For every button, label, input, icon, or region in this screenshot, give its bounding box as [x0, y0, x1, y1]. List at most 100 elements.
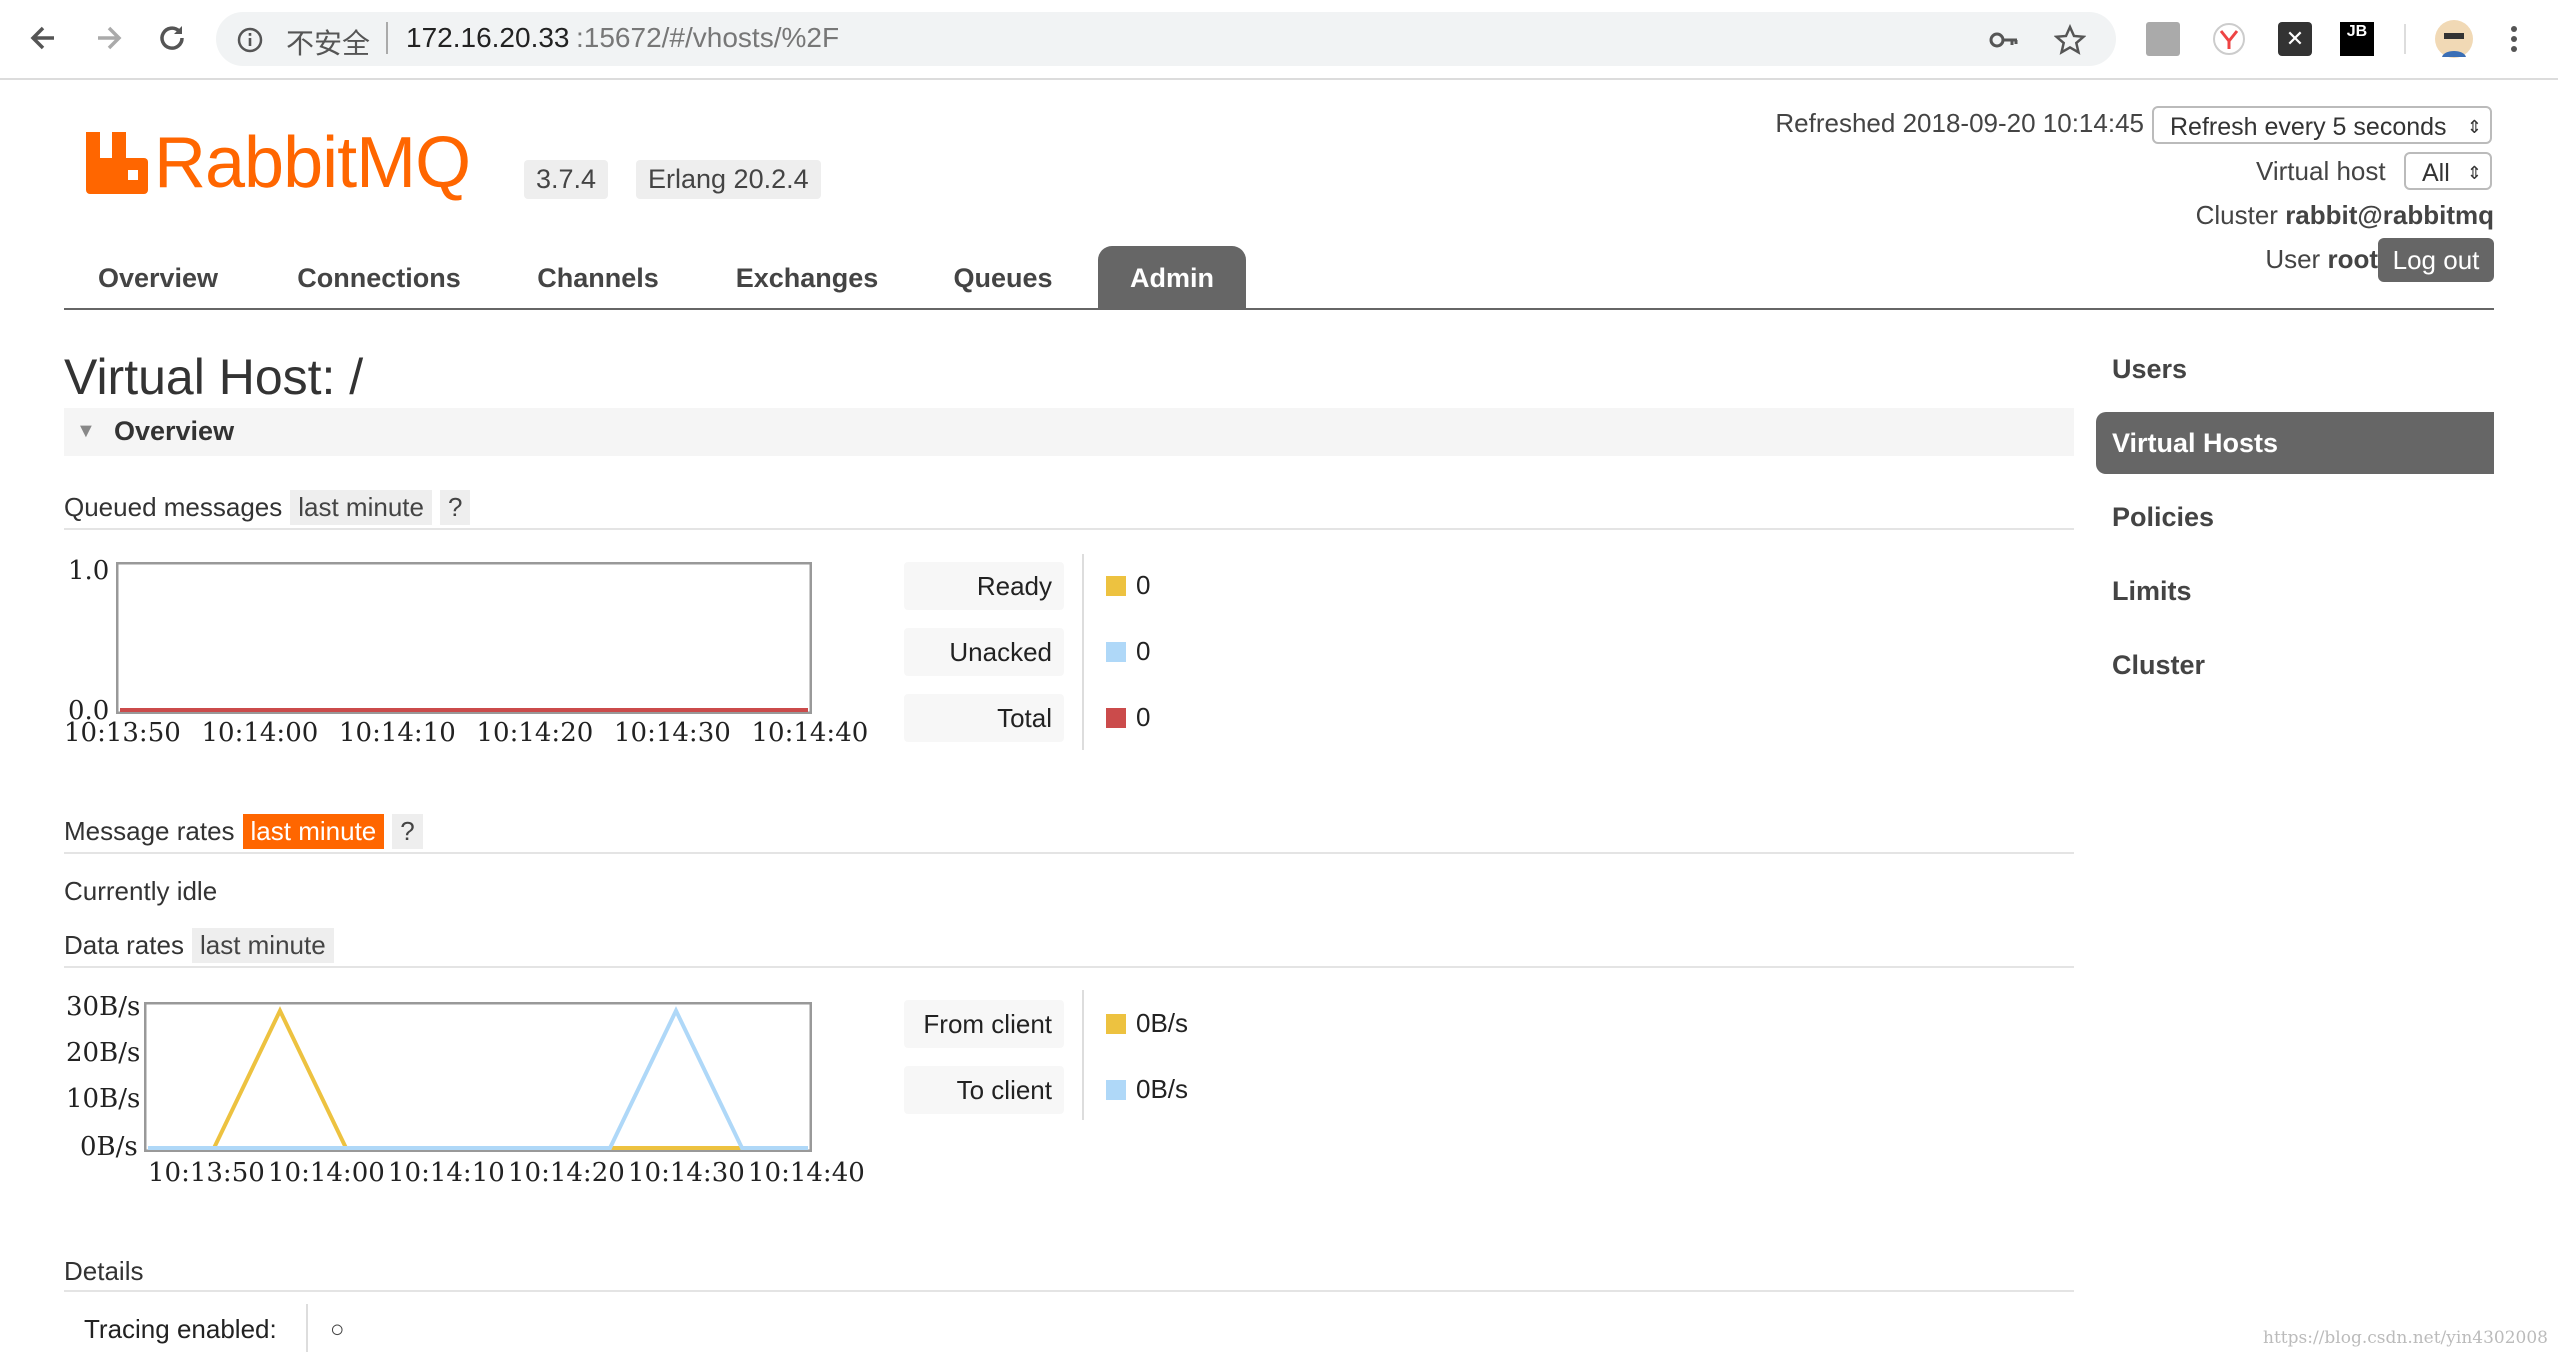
legend-from-client-label: From client — [904, 1000, 1064, 1048]
legend-divider — [1082, 554, 1084, 750]
queued-messages-label: Queued messages — [64, 492, 283, 522]
erlang-badge: Erlang 20.2.4 — [636, 160, 821, 199]
overview-header-label: Overview — [114, 416, 235, 446]
forward-icon[interactable] — [88, 18, 128, 58]
sidebar-item-limits[interactable]: Limits — [2096, 560, 2494, 622]
refreshed-timestamp: Refreshed 2018-09-20 10:14:45 — [1775, 108, 2144, 138]
rabbit-logo-icon — [86, 132, 148, 194]
legend-divider — [1082, 990, 1084, 1120]
data-rates-chart — [144, 1002, 812, 1152]
legend-ready-value: 0 — [1136, 570, 1151, 600]
x-tick-label: 10:13:50 — [148, 1158, 265, 1188]
virtual-host-label: Virtual host — [2256, 156, 2386, 186]
plot-area — [144, 1002, 812, 1152]
queued-range-button[interactable]: last minute — [290, 490, 432, 525]
key-icon[interactable] — [1988, 26, 2020, 54]
legend-unacked-value: 0 — [1136, 636, 1151, 666]
tab-channels[interactable]: Channels — [510, 246, 686, 310]
x-tick-label: 10:14:00 — [201, 718, 319, 748]
sidebar-item-virtual-hosts[interactable]: Virtual Hosts — [2096, 412, 2494, 474]
legend-swatch-unacked — [1106, 642, 1126, 662]
legend-unacked-label: Unacked — [904, 628, 1064, 676]
watermark: https://blog.csdn.net/yin4302008 — [2263, 1328, 2548, 1348]
extension-jb-icon[interactable]: JB — [2340, 22, 2374, 56]
refresh-interval-select[interactable]: Refresh every 5 seconds ⇕ — [2152, 106, 2492, 144]
legend-swatch-to-client — [1106, 1080, 1126, 1100]
divider — [386, 22, 388, 54]
details-divider — [306, 1304, 308, 1352]
tab-exchanges[interactable]: Exchanges — [710, 246, 904, 310]
address-bar[interactable]: 不安全 172.16.20.33 :15672/#/vhosts/%2F — [216, 12, 2116, 66]
back-icon[interactable] — [24, 18, 64, 58]
select-arrows-icon: ⇕ — [2466, 163, 2482, 183]
sidebar-item-cluster[interactable]: Cluster — [2096, 634, 2494, 696]
divider — [64, 852, 2074, 854]
divider — [64, 528, 2074, 530]
x-tick-label: 10:14:40 — [751, 718, 869, 748]
details-label: Details — [64, 1256, 144, 1286]
message-rates-help-button[interactable]: ? — [392, 814, 423, 849]
tab-overview[interactable]: Overview — [64, 246, 252, 310]
y-tick-label: 10B/s — [66, 1084, 141, 1114]
extension-rp-icon[interactable] — [2146, 22, 2180, 56]
cluster-name: rabbit@rabbitmq — [2285, 200, 2494, 230]
data-rates-header: Data rates last minute — [64, 928, 334, 963]
logout-button[interactable]: Log out — [2378, 238, 2494, 282]
extension-x-icon[interactable]: ✕ — [2278, 22, 2312, 56]
x-tick-label: 10:13:50 — [64, 718, 181, 748]
legend-from-client-value: 0B/s — [1136, 1008, 1189, 1038]
y-tick-label: 20B/s — [66, 1038, 141, 1068]
info-icon[interactable] — [236, 26, 264, 54]
tracing-enabled-label: Tracing enabled: — [84, 1314, 277, 1344]
extension-y-icon[interactable] — [2212, 22, 2246, 56]
message-rates-label: Message rates — [64, 816, 235, 846]
user-label: User — [2265, 244, 2321, 274]
sidebar-item-users[interactable]: Users — [2096, 338, 2494, 400]
x-tick-label: 10:14:20 — [476, 718, 594, 748]
overview-section-header[interactable]: ▼ Overview — [64, 408, 2074, 456]
x-tick-label: 10:14:10 — [339, 718, 456, 748]
tab-underline — [64, 308, 2494, 310]
reload-icon[interactable] — [152, 18, 192, 58]
refresh-interval-value: Refresh every 5 seconds — [2170, 113, 2447, 141]
currently-idle-text: Currently idle — [64, 876, 218, 906]
queued-messages-chart — [116, 562, 812, 714]
legend-swatch-ready — [1106, 576, 1126, 596]
profile-avatar-icon[interactable] — [2434, 19, 2474, 59]
tab-admin[interactable]: Admin — [1098, 246, 1246, 310]
x-tick-label: 10:14:20 — [508, 1158, 625, 1188]
virtual-host-value: All — [2422, 159, 2450, 187]
user-name: root — [2327, 244, 2378, 274]
divider — [64, 1290, 2074, 1292]
message-rates-range-button[interactable]: last minute — [242, 814, 385, 849]
x-tick-label: 10:14:10 — [388, 1158, 505, 1188]
version-badge: 3.7.4 — [524, 160, 609, 199]
data-rates-range-button[interactable]: last minute — [191, 928, 334, 963]
url-host: 172.16.20.33 — [406, 22, 570, 53]
x-tick-label: 10:14:30 — [628, 1158, 745, 1188]
menu-icon[interactable] — [2504, 22, 2524, 56]
legend-to-client-label: To client — [904, 1066, 1064, 1114]
tab-queues[interactable]: Queues — [932, 246, 1074, 310]
y-tick-label: 1.0 — [68, 556, 110, 586]
legend-to-client-value: 0B/s — [1136, 1074, 1189, 1104]
plot-area — [116, 562, 812, 714]
rabbitmq-logo[interactable]: RabbitMQ — [86, 123, 471, 203]
star-icon[interactable] — [2054, 24, 2086, 56]
user-info: User root — [2265, 244, 2378, 275]
x-tick-label: 10:14:30 — [614, 718, 731, 748]
queued-help-button[interactable]: ? — [439, 490, 471, 525]
virtual-host-select[interactable]: All ⇕ — [2404, 152, 2492, 190]
cluster-label: Cluster — [2195, 200, 2278, 230]
sidebar-item-policies[interactable]: Policies — [2096, 486, 2494, 548]
url-path: :15672/#/vhosts/%2F — [576, 22, 840, 53]
toolbar-divider — [2404, 24, 2406, 54]
legend-ready-label: Ready — [904, 562, 1064, 610]
cluster-info: Cluster rabbit@rabbitmq — [2196, 200, 2494, 231]
x-tick-label: 10:14:00 — [268, 1158, 385, 1188]
tab-connections[interactable]: Connections — [272, 246, 486, 310]
select-arrows-icon: ⇕ — [2466, 117, 2482, 137]
y-tick-label: 30B/s — [66, 992, 141, 1022]
legend-swatch-total — [1106, 708, 1126, 728]
legend-total-value: 0 — [1136, 702, 1151, 732]
